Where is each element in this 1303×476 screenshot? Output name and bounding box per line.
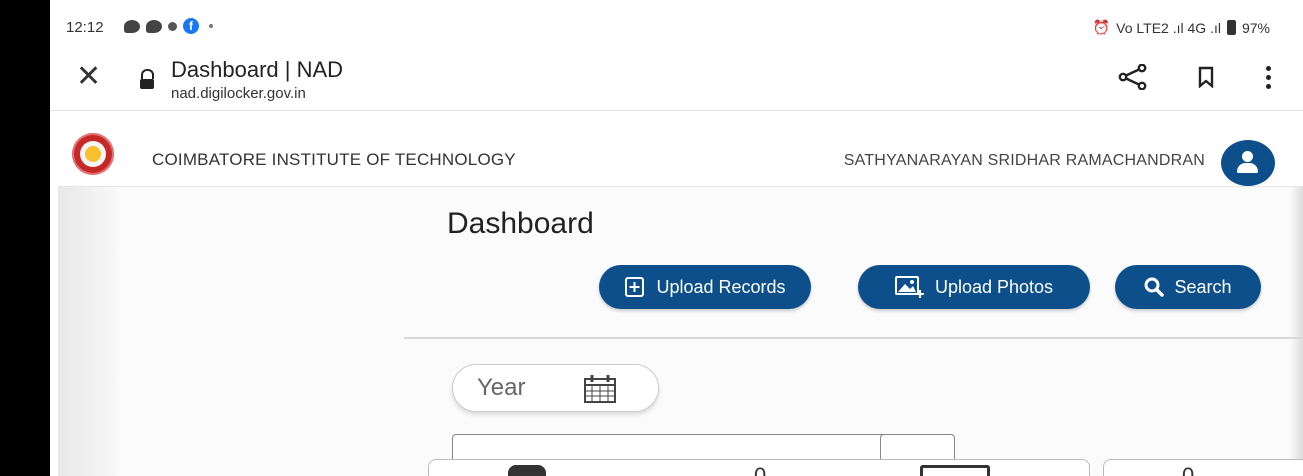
status-right: ⏰ Vo LTE2 .ıl 4G .ıl 97% — [1093, 19, 1270, 36]
chat-bubble-icon — [146, 19, 162, 33]
records-stat-icon — [508, 465, 546, 476]
main-content: Dashboard Upload Records Upload Photos S… — [58, 186, 1303, 476]
bookmark-icon[interactable] — [1198, 66, 1214, 88]
institute-name: COIMBATORE INSTITUTE OF TECHNOLOGY — [152, 150, 516, 169]
institute-logo — [72, 133, 114, 175]
calendar-icon[interactable] — [583, 374, 617, 404]
photos-stat-icon — [920, 465, 990, 476]
page-title: Dashboard — [447, 207, 594, 240]
browser-toolbar: ✕ Dashboard | NAD nad.digilocker.gov.in — [50, 52, 1303, 111]
user-avatar-icon[interactable] — [1221, 140, 1275, 186]
upload-file-icon — [625, 277, 645, 297]
site-header: COIMBATORE INSTITUTE OF TECHNOLOGY SATHY… — [50, 112, 1303, 186]
notification-icons: f — [124, 18, 213, 34]
battery-icon — [1226, 20, 1236, 35]
status-bar: 12:12 f ⏰ Vo LTE2 .ıl 4G .ıl 97% — [50, 0, 1303, 50]
left-black-border — [0, 0, 50, 476]
status-time: 12:12 — [66, 19, 104, 36]
upload-image-icon — [894, 276, 924, 298]
search-label: Search — [1174, 276, 1232, 297]
close-icon[interactable]: ✕ — [76, 62, 101, 92]
sidebar — [58, 187, 118, 476]
section-divider — [404, 337, 1303, 339]
year-picker[interactable]: Year — [452, 364, 659, 412]
phone-screen: 12:12 f ⏰ Vo LTE2 .ıl 4G .ıl 97% ✕ Dashb… — [50, 0, 1303, 476]
upload-records-label: Upload Records — [656, 276, 786, 297]
share-icon[interactable] — [1118, 64, 1148, 90]
stat-value: 0 — [1182, 463, 1195, 476]
stat-card — [1103, 459, 1303, 476]
search-button[interactable]: Search — [1115, 265, 1261, 309]
notification-dot-icon — [168, 21, 177, 31]
year-placeholder: Year — [477, 374, 526, 401]
user-name[interactable]: SATHYANARAYAN SRIDHAR RAMACHANDRAN — [844, 152, 1205, 170]
stat-value: 0 — [754, 463, 767, 476]
more-notifications-icon — [209, 24, 213, 28]
browser-page-title[interactable]: Dashboard | NAD — [171, 57, 343, 83]
upload-photos-button[interactable]: Upload Photos — [858, 265, 1090, 309]
lock-icon[interactable] — [140, 69, 154, 89]
alarm-icon: ⏰ — [1092, 19, 1111, 35]
facebook-icon: f — [183, 18, 199, 34]
upload-records-button[interactable]: Upload Records — [599, 265, 811, 309]
upload-photos-label: Upload Photos — [934, 276, 1054, 297]
browser-url[interactable]: nad.digilocker.gov.in — [171, 85, 306, 102]
right-edge-shadow — [1291, 187, 1303, 476]
battery-level: 97% — [1241, 19, 1270, 36]
more-options-icon[interactable] — [1266, 66, 1272, 93]
network-indicator: Vo LTE2 .ıl 4G .ıl — [1116, 19, 1221, 36]
search-icon — [1144, 277, 1165, 297]
chat-bubble-icon — [124, 19, 140, 33]
